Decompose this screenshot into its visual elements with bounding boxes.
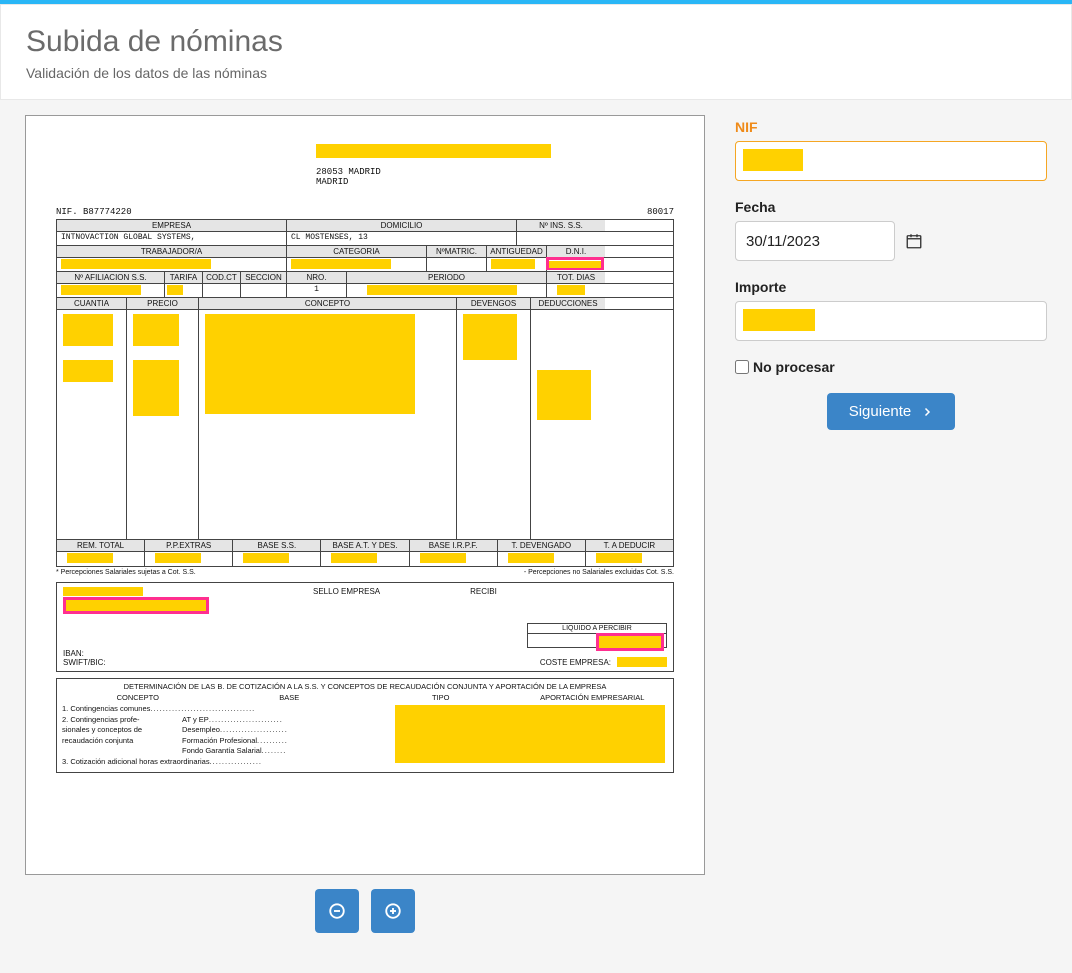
page-subtitle: Validación de los datos de las nóminas bbox=[26, 65, 1046, 81]
minus-circle-icon bbox=[328, 902, 346, 920]
doc-nif-line: NIF. B87774220 bbox=[56, 207, 132, 217]
zoom-out-button[interactable] bbox=[315, 889, 359, 933]
importe-label: Importe bbox=[735, 279, 1047, 295]
no-procesar-checkbox[interactable] bbox=[735, 360, 749, 374]
fecha-label: Fecha bbox=[735, 199, 1047, 215]
nif-label: NIF bbox=[735, 119, 1047, 135]
plus-circle-icon bbox=[384, 902, 402, 920]
doc-addr-zip: 28053 MADRID bbox=[316, 167, 674, 177]
page-title: Subida de nóminas bbox=[26, 25, 1046, 59]
zoom-in-button[interactable] bbox=[371, 889, 415, 933]
doc-addr-city: MADRID bbox=[316, 177, 674, 187]
no-procesar-label: No procesar bbox=[753, 359, 835, 375]
next-button-label: Siguiente bbox=[849, 403, 912, 420]
next-button[interactable]: Siguiente bbox=[827, 393, 956, 430]
payroll-document-preview: 28053 MADRID MADRID NIF. B87774220 80017… bbox=[25, 115, 705, 875]
no-procesar-row[interactable]: No procesar bbox=[735, 359, 1047, 375]
doc-nif-right: 80017 bbox=[647, 207, 674, 217]
fecha-input[interactable] bbox=[735, 221, 895, 261]
calendar-icon[interactable] bbox=[905, 232, 923, 250]
chevron-right-icon bbox=[921, 405, 933, 419]
